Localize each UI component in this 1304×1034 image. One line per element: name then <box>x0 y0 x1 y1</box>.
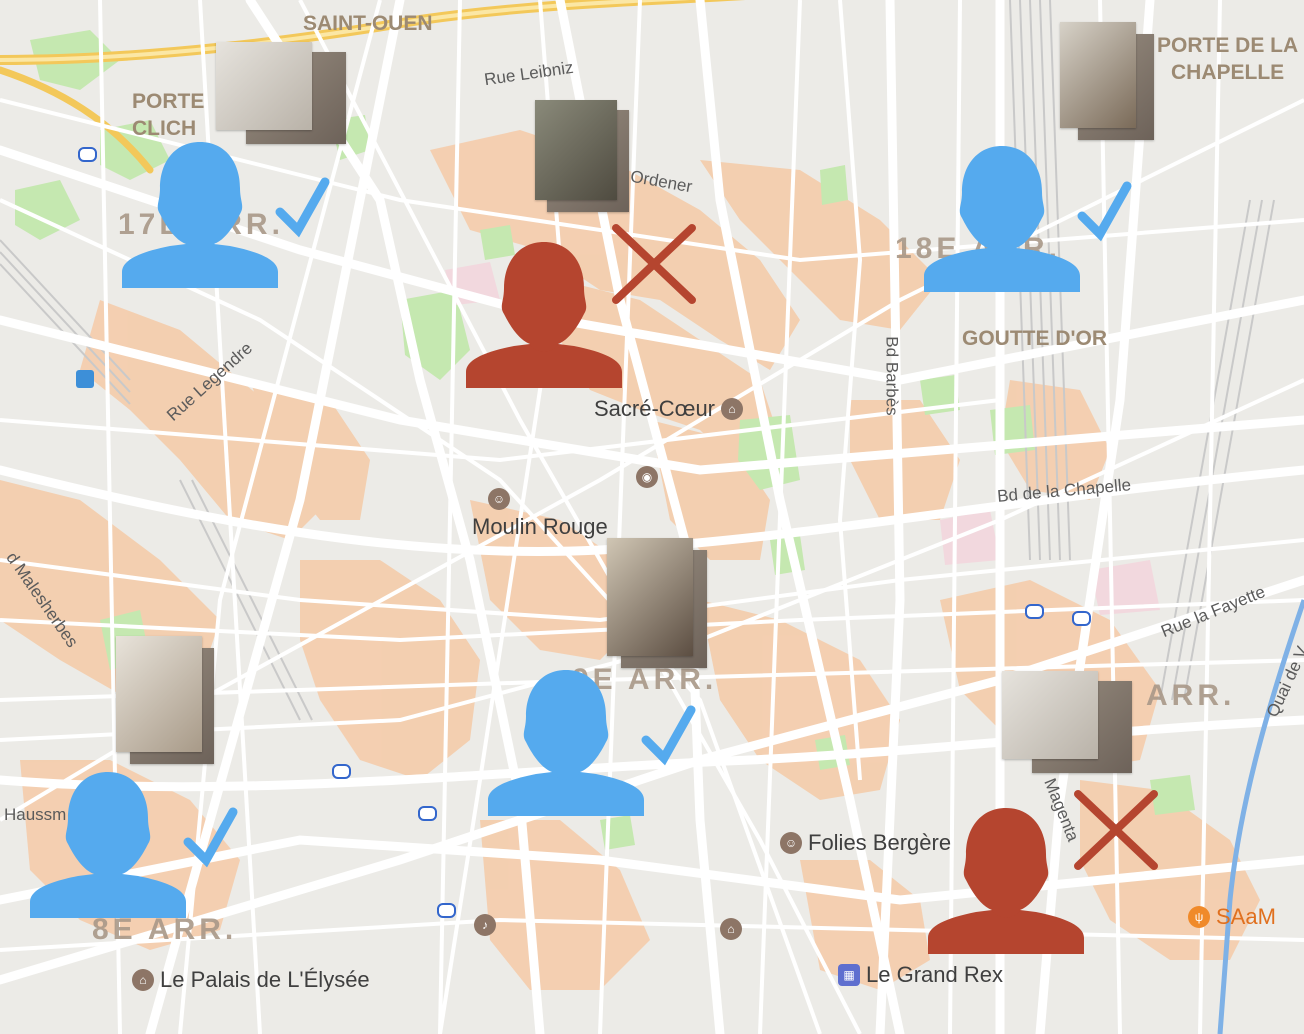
tenant-marker[interactable] <box>120 140 360 305</box>
elysee-label: Le Palais de L'Élysée <box>160 967 370 992</box>
saam-poi[interactable]: ψ SAaM <box>1188 904 1276 930</box>
saam-label: SAaM <box>1216 904 1276 929</box>
theater-icon: ☺ <box>488 488 510 510</box>
metro-icon <box>418 806 437 821</box>
check-icon <box>1077 181 1132 242</box>
porte-chapelle-label: PORTE DE LA CHAPELLE <box>1157 34 1299 84</box>
approved-tenant-icon <box>488 670 696 816</box>
monument-icon: ⌂ <box>132 969 154 991</box>
music-venue-icon[interactable]: ♪ <box>474 914 496 936</box>
arr10-label: ARR. <box>1146 679 1236 712</box>
goutte-dor-label: GOUTTE D'OR <box>962 327 1107 350</box>
person-icon <box>466 242 622 388</box>
person-icon <box>488 670 644 816</box>
person-icon <box>122 142 278 288</box>
metro-icon <box>437 903 456 918</box>
saint-ouen-label: SAINT-OUEN <box>303 12 433 35</box>
restaurant-icon: ψ <box>1188 906 1210 928</box>
person-icon <box>928 808 1084 954</box>
bd-barbes-label: Bd Barbès <box>882 336 902 416</box>
cinema-icon: ▦ <box>838 964 860 986</box>
tenant-marker[interactable] <box>464 224 704 405</box>
photo-spot-icon[interactable]: ◉ <box>636 466 658 488</box>
person-icon <box>924 146 1080 292</box>
approved-tenant-icon <box>924 146 1132 292</box>
listing-photo[interactable] <box>607 538 707 668</box>
check-icon <box>641 705 696 766</box>
metro-icon <box>1072 611 1091 626</box>
listing-photo[interactable] <box>1002 671 1132 773</box>
tenant-marker[interactable] <box>486 668 726 833</box>
approved-tenant-icon <box>30 772 238 918</box>
moulin-rouge-label: Moulin Rouge <box>472 514 608 539</box>
metro-icon <box>332 764 351 779</box>
metro-icon <box>1025 604 1044 619</box>
monument-icon[interactable]: ⌂ <box>720 918 742 940</box>
theater-icon: ☺ <box>780 832 802 854</box>
listing-photo[interactable] <box>1060 22 1154 140</box>
check-icon <box>275 177 330 238</box>
listing-photo[interactable] <box>535 100 629 212</box>
metro-icon <box>78 147 97 162</box>
elysee-poi[interactable]: ⌂ Le Palais de L'Élysée <box>132 967 370 993</box>
porte-clichy-label: PORTE CLICH <box>132 90 205 140</box>
check-icon <box>183 807 238 868</box>
person-icon <box>30 772 186 918</box>
listing-photo[interactable] <box>116 636 214 764</box>
rejected-tenant-icon <box>928 790 1158 954</box>
monument-icon: ⌂ <box>721 398 744 420</box>
approved-tenant-icon <box>122 142 330 288</box>
rejected-tenant-icon <box>466 224 696 388</box>
listing-photo[interactable] <box>216 42 346 144</box>
tenant-marker[interactable] <box>926 790 1166 971</box>
tenant-marker[interactable] <box>28 770 268 935</box>
moulin-rouge-poi[interactable]: ☺ Moulin Rouge <box>472 488 608 540</box>
tenant-marker[interactable] <box>922 144 1162 309</box>
bus-station-icon <box>76 370 94 388</box>
